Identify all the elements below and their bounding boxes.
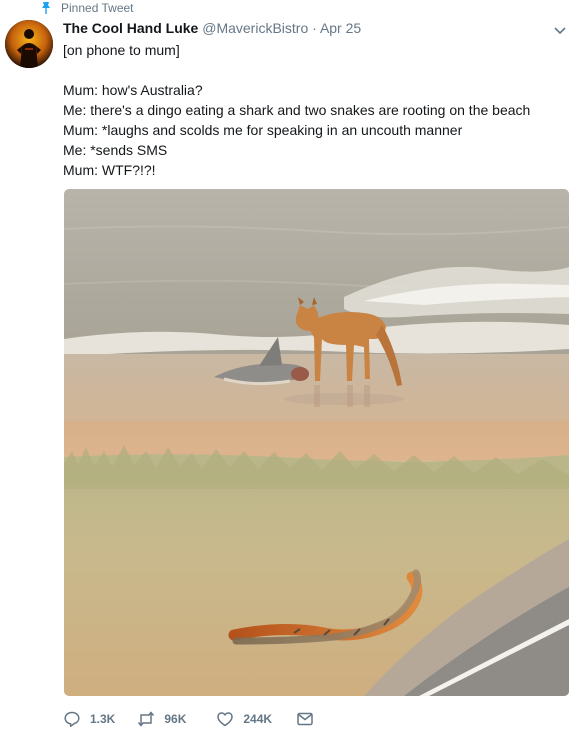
envelope-icon: [297, 712, 313, 726]
author-handle[interactable]: @MaverickBistro: [202, 20, 308, 36]
chevron-down-icon[interactable]: [552, 22, 568, 38]
retweet-icon: [138, 711, 155, 727]
retweet-count: 96K: [164, 712, 187, 726]
tweet-line: Mum: *laughs and scolds me for speaking …: [63, 122, 463, 138]
author-name[interactable]: The Cool Hand Luke: [63, 20, 198, 36]
like-count: 244K: [243, 712, 273, 726]
tweet-text: [on phone to mum] Mum: how's Australia? …: [63, 40, 563, 180]
pinned-indicator: Pinned Tweet: [40, 1, 134, 15]
tweet[interactable]: Pinned Tweet The Cool Hand Luke @Maveric…: [0, 0, 577, 730]
header-separator: ·: [312, 20, 317, 36]
tweet-date[interactable]: Apr 25: [320, 20, 361, 36]
tweet-actions: 1.3K 96K 244K: [63, 709, 314, 729]
like-button[interactable]: 244K: [216, 710, 272, 728]
pinned-label: Pinned Tweet: [61, 1, 134, 15]
heart-icon: [217, 712, 234, 727]
line-break: [63, 60, 563, 80]
tweet-header: The Cool Hand Luke @MaverickBistro · Apr…: [63, 20, 361, 36]
tweet-line: Me: there's a dingo eating a shark and t…: [63, 102, 531, 118]
tweet-line: Mum: how's Australia?: [63, 82, 203, 98]
direct-message-button[interactable]: [296, 710, 314, 728]
avatar[interactable]: [5, 20, 53, 68]
reply-button[interactable]: 1.3K: [63, 710, 115, 728]
tweet-line: Me: *sends SMS: [63, 142, 168, 158]
tweet-line: Mum: WTF?!?!: [63, 162, 156, 178]
reply-icon: [64, 711, 80, 727]
tweet-line: [on phone to mum]: [63, 42, 180, 58]
retweet-button[interactable]: 96K: [137, 710, 186, 728]
tweet-photo[interactable]: [64, 189, 569, 696]
pin-icon: [42, 2, 50, 14]
reply-count: 1.3K: [90, 712, 116, 726]
